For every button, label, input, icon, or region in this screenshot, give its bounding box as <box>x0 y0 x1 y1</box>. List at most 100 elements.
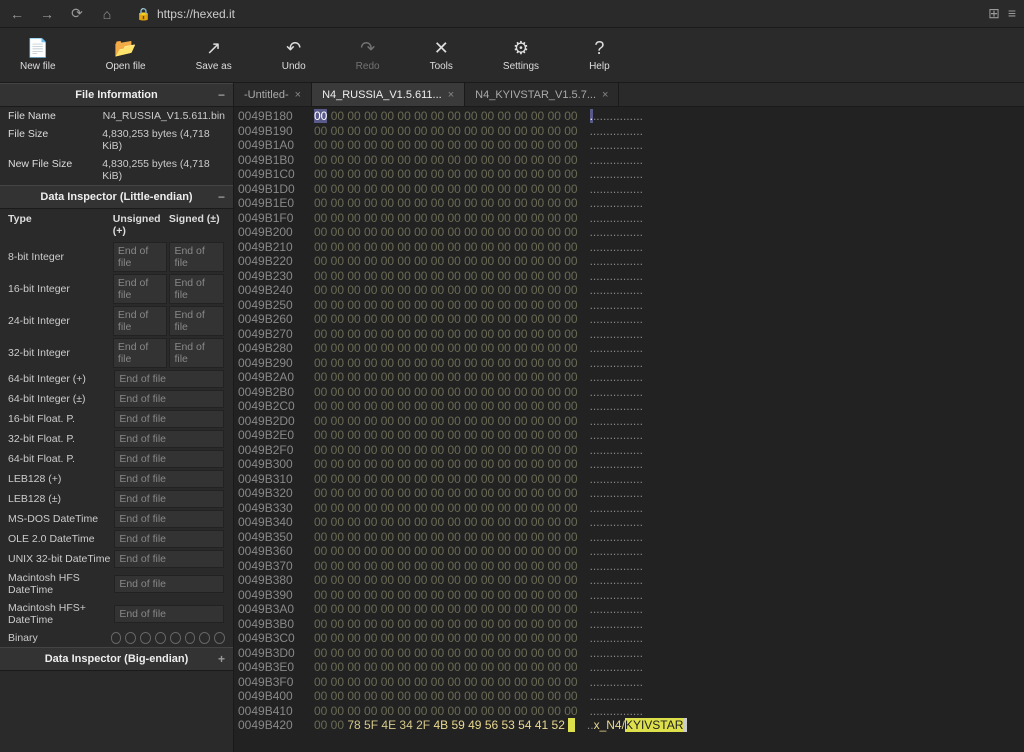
hex-editor[interactable]: 0049B180 00 00 00 00 00 00 00 00 00 00 0… <box>234 107 1024 752</box>
hex-line[interactable]: 0049B200 00 00 00 00 00 00 00 00 00 00 0… <box>238 225 1020 240</box>
hex-line[interactable]: 0049B340 00 00 00 00 00 00 00 00 00 00 0… <box>238 515 1020 530</box>
hex-line[interactable]: 0049B350 00 00 00 00 00 00 00 00 00 00 0… <box>238 530 1020 545</box>
inspector-value[interactable]: End of file <box>113 274 168 304</box>
hex-line[interactable]: 0049B2E0 00 00 00 00 00 00 00 00 00 00 0… <box>238 428 1020 443</box>
settings-button[interactable]: ⚙Settings <box>503 38 539 72</box>
collapse-icon[interactable]: − <box>218 88 225 102</box>
close-icon[interactable]: × <box>448 89 454 101</box>
inspector-value[interactable]: End of file <box>113 338 168 368</box>
inspector-value[interactable]: End of file <box>114 410 224 428</box>
hex-line[interactable]: 0049B1D0 00 00 00 00 00 00 00 00 00 00 0… <box>238 182 1020 197</box>
hex-line[interactable]: 0049B370 00 00 00 00 00 00 00 00 00 00 0… <box>238 559 1020 574</box>
hex-line[interactable]: 0049B1F0 00 00 00 00 00 00 00 00 00 00 0… <box>238 211 1020 226</box>
undo-button[interactable]: ↶Undo <box>282 38 306 72</box>
hex-line[interactable]: 0049B390 00 00 00 00 00 00 00 00 00 00 0… <box>238 588 1020 603</box>
hex-line[interactable]: 0049B190 00 00 00 00 00 00 00 00 00 00 0… <box>238 124 1020 139</box>
inspector-value[interactable]: End of file <box>114 490 224 508</box>
inspector-value[interactable]: End of file <box>114 470 224 488</box>
hex-line[interactable]: 0049B360 00 00 00 00 00 00 00 00 00 00 0… <box>238 544 1020 559</box>
help-button[interactable]: ?Help <box>589 38 610 72</box>
file-info-panel-header[interactable]: File Information− <box>0 83 233 107</box>
open-file-button[interactable]: 📂Open file <box>106 38 146 72</box>
data-inspector-le-header[interactable]: Data Inspector (Little-endian)− <box>0 185 233 209</box>
inspector-value[interactable]: End of file <box>114 370 224 388</box>
hex-line[interactable]: 0049B2A0 00 00 00 00 00 00 00 00 00 00 0… <box>238 370 1020 385</box>
hex-line[interactable]: 0049B1E0 00 00 00 00 00 00 00 00 00 00 0… <box>238 196 1020 211</box>
hex-line[interactable]: 0049B210 00 00 00 00 00 00 00 00 00 00 0… <box>238 240 1020 255</box>
hex-line[interactable]: 0049B1C0 00 00 00 00 00 00 00 00 00 00 0… <box>238 167 1020 182</box>
collapse-icon[interactable]: − <box>218 190 225 204</box>
hex-line[interactable]: 0049B3C0 00 00 00 00 00 00 00 00 00 00 0… <box>238 631 1020 646</box>
hex-line[interactable]: 0049B3D0 00 00 00 00 00 00 00 00 00 00 0… <box>238 646 1020 661</box>
back-icon[interactable]: ← <box>8 6 26 22</box>
hex-line[interactable]: 0049B1B0 00 00 00 00 00 00 00 00 00 00 0… <box>238 153 1020 168</box>
new-file-button[interactable]: 📄New file <box>20 38 56 72</box>
hex-line[interactable]: 0049B3E0 00 00 00 00 00 00 00 00 00 00 0… <box>238 660 1020 675</box>
data-inspector-be-header[interactable]: Data Inspector (Big-endian)+ <box>0 647 233 671</box>
home-icon[interactable]: ⌂ <box>98 6 116 22</box>
close-icon[interactable]: × <box>295 89 301 101</box>
inspector-value[interactable]: End of file <box>114 510 224 528</box>
inspector-value[interactable]: End of file <box>114 390 224 408</box>
hex-line[interactable]: 0049B2F0 00 00 00 00 00 00 00 00 00 00 0… <box>238 443 1020 458</box>
close-icon[interactable]: × <box>602 89 608 101</box>
hex-line[interactable]: 0049B410 00 00 00 00 00 00 00 00 00 00 0… <box>238 704 1020 719</box>
inspector-value[interactable]: End of file <box>114 430 224 448</box>
inspector-value[interactable]: End of file <box>169 306 224 336</box>
hex-line[interactable]: 0049B220 00 00 00 00 00 00 00 00 00 00 0… <box>238 254 1020 269</box>
binary-bit-toggle[interactable] <box>155 632 166 644</box>
hex-line[interactable]: 0049B3A0 00 00 00 00 00 00 00 00 00 00 0… <box>238 602 1020 617</box>
hex-line[interactable]: 0049B420 00 00 78 5F 4E 34 2F 4B 59 49 5… <box>238 718 1020 733</box>
inspector-value[interactable]: End of file <box>114 550 224 568</box>
binary-bit-toggle[interactable] <box>199 632 210 644</box>
hex-line[interactable]: 0049B330 00 00 00 00 00 00 00 00 00 00 0… <box>238 501 1020 516</box>
hex-line[interactable]: 0049B1A0 00 00 00 00 00 00 00 00 00 00 0… <box>238 138 1020 153</box>
inspector-value[interactable]: End of file <box>113 242 168 272</box>
hex-line[interactable]: 0049B270 00 00 00 00 00 00 00 00 00 00 0… <box>238 327 1020 342</box>
hex-line[interactable]: 0049B320 00 00 00 00 00 00 00 00 00 00 0… <box>238 486 1020 501</box>
binary-bit-toggle[interactable] <box>111 632 122 644</box>
inspector-value[interactable]: End of file <box>169 274 224 304</box>
inspector-value[interactable]: End of file <box>169 338 224 368</box>
inspector-value[interactable]: End of file <box>114 530 224 548</box>
tools-button[interactable]: ✕Tools <box>430 38 453 72</box>
hex-line[interactable]: 0049B2C0 00 00 00 00 00 00 00 00 00 00 0… <box>238 399 1020 414</box>
file-tab[interactable]: N4_KYIVSTAR_V1.5.7...× <box>465 83 619 106</box>
hex-line[interactable]: 0049B380 00 00 00 00 00 00 00 00 00 00 0… <box>238 573 1020 588</box>
file-tab[interactable]: -Untitled-× <box>234 83 312 106</box>
expand-icon[interactable]: + <box>218 652 225 666</box>
inspector-value[interactable]: End of file <box>169 242 224 272</box>
inspector-value[interactable]: End of file <box>114 575 224 593</box>
binary-bit-toggle[interactable] <box>125 632 136 644</box>
refresh-icon[interactable]: ⟳ <box>68 5 86 22</box>
hex-line[interactable]: 0049B2D0 00 00 00 00 00 00 00 00 00 00 0… <box>238 414 1020 429</box>
hex-line[interactable]: 0049B300 00 00 00 00 00 00 00 00 00 00 0… <box>238 457 1020 472</box>
redo-button[interactable]: ↷Redo <box>356 38 380 72</box>
binary-bit-toggle[interactable] <box>185 632 196 644</box>
hex-line[interactable]: 0049B3B0 00 00 00 00 00 00 00 00 00 00 0… <box>238 617 1020 632</box>
menu-icon[interactable]: ≡ <box>1008 5 1016 22</box>
hex-line[interactable]: 0049B240 00 00 00 00 00 00 00 00 00 00 0… <box>238 283 1020 298</box>
hex-line[interactable]: 0049B260 00 00 00 00 00 00 00 00 00 00 0… <box>238 312 1020 327</box>
url-bar[interactable]: 🔒 https://hexed.it <box>128 5 976 23</box>
inspector-value[interactable]: End of file <box>114 605 224 623</box>
extensions-icon[interactable]: ⊞ <box>988 5 1000 22</box>
file-tab[interactable]: N4_RUSSIA_V1.5.611...× <box>312 83 465 106</box>
inspector-type: 64-bit Float. P. <box>8 450 113 468</box>
inspector-value[interactable]: End of file <box>114 450 224 468</box>
hex-line[interactable]: 0049B250 00 00 00 00 00 00 00 00 00 00 0… <box>238 298 1020 313</box>
binary-bit-toggle[interactable] <box>170 632 181 644</box>
hex-line[interactable]: 0049B280 00 00 00 00 00 00 00 00 00 00 0… <box>238 341 1020 356</box>
save-as-button[interactable]: ↗Save as <box>196 38 232 72</box>
forward-icon[interactable]: → <box>38 6 56 22</box>
hex-line[interactable]: 0049B400 00 00 00 00 00 00 00 00 00 00 0… <box>238 689 1020 704</box>
hex-line[interactable]: 0049B310 00 00 00 00 00 00 00 00 00 00 0… <box>238 472 1020 487</box>
hex-line[interactable]: 0049B230 00 00 00 00 00 00 00 00 00 00 0… <box>238 269 1020 284</box>
inspector-value[interactable]: End of file <box>113 306 168 336</box>
binary-bit-toggle[interactable] <box>214 632 225 644</box>
hex-line[interactable]: 0049B290 00 00 00 00 00 00 00 00 00 00 0… <box>238 356 1020 371</box>
hex-line[interactable]: 0049B3F0 00 00 00 00 00 00 00 00 00 00 0… <box>238 675 1020 690</box>
hex-line[interactable]: 0049B180 00 00 00 00 00 00 00 00 00 00 0… <box>238 109 1020 124</box>
binary-bit-toggle[interactable] <box>140 632 151 644</box>
hex-line[interactable]: 0049B2B0 00 00 00 00 00 00 00 00 00 00 0… <box>238 385 1020 400</box>
